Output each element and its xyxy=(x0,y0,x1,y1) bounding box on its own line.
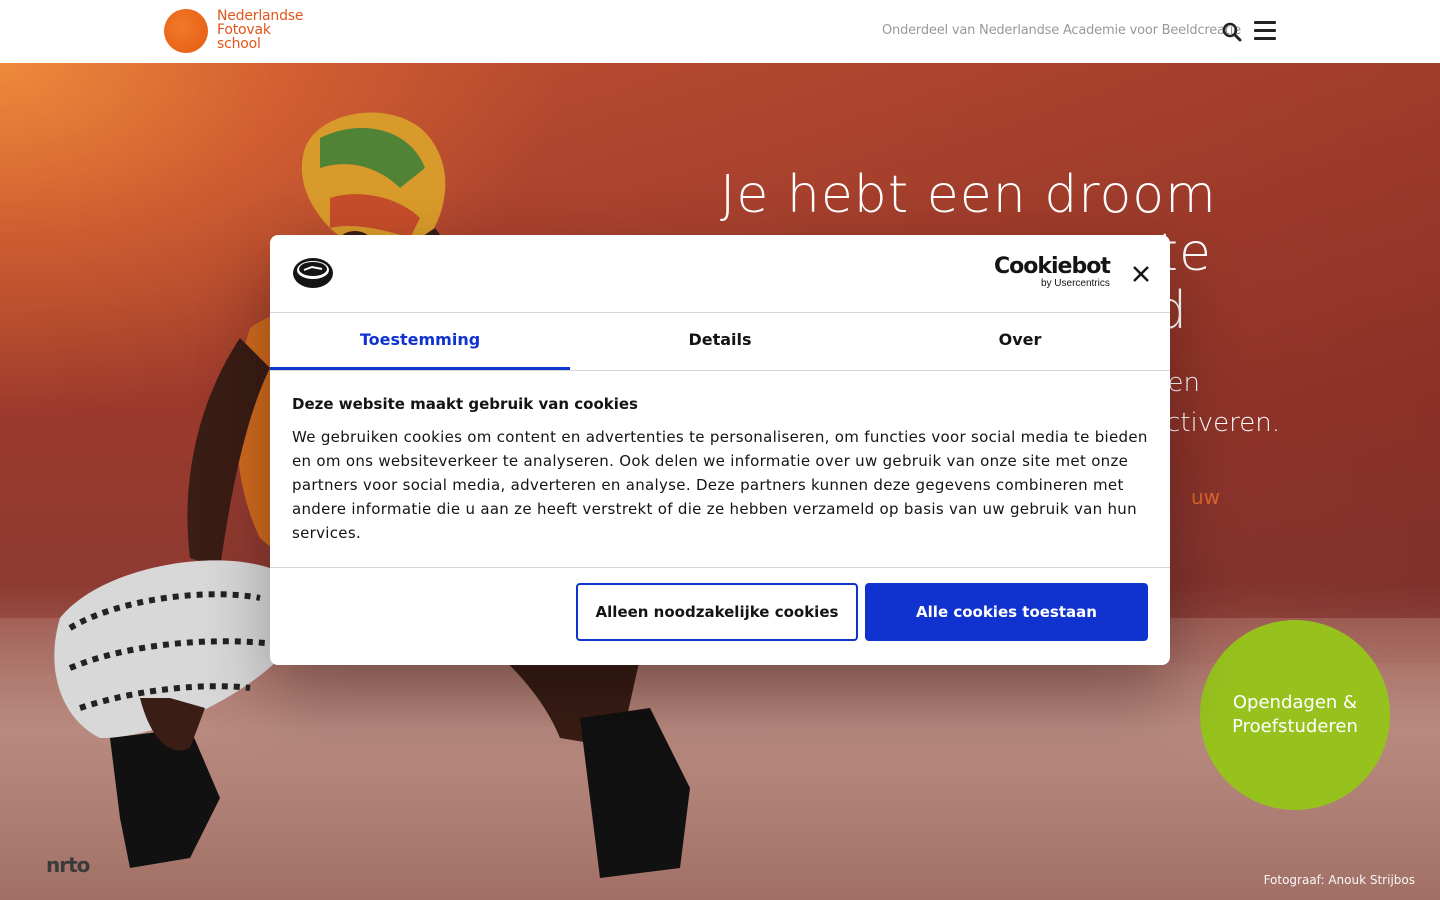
tab-details[interactable]: Details xyxy=(570,313,870,370)
tab-over[interactable]: Over xyxy=(870,313,1170,370)
cookiebot-icon xyxy=(293,258,333,288)
nrto-logo: nrto xyxy=(46,853,90,877)
site-logo[interactable]: Nederlandse Fotovak school xyxy=(164,9,303,53)
dialog-tabs: Toestemming Details Over xyxy=(270,313,1170,371)
cookiebot-brand-name: Cookiebot xyxy=(994,254,1111,279)
hero-title-line-1: Je hebt een droom xyxy=(720,165,1217,225)
open-days-line-2: Proefstuderen xyxy=(1232,716,1358,737)
close-icon[interactable] xyxy=(1130,263,1152,285)
tab-toestemming[interactable]: Toestemming xyxy=(270,313,570,370)
cookiebot-brand[interactable]: Cookiebot by Usercentrics xyxy=(994,254,1111,289)
dialog-footer: Alleen noodzakelijke cookies Alle cookie… xyxy=(270,567,1170,665)
header-tagline[interactable]: Onderdeel van Nederlandse Academie voor … xyxy=(882,23,1241,38)
logo-circle-icon xyxy=(164,9,208,53)
necessary-cookies-button[interactable]: Alleen noodzakelijke cookies xyxy=(576,583,858,641)
dialog-body: Deze website maakt gebruik van cookies W… xyxy=(292,395,1148,545)
site-header: Nederlandse Fotovak school Onderdeel van… xyxy=(0,0,1440,63)
logo-line-2: Fotovak xyxy=(217,22,271,38)
dialog-header: Cookiebot by Usercentrics xyxy=(270,235,1170,313)
cookie-consent-dialog: Cookiebot by Usercentrics Toestemming De… xyxy=(270,235,1170,665)
hamburger-menu-icon[interactable] xyxy=(1254,21,1276,41)
dialog-heading: Deze website maakt gebruik van cookies xyxy=(292,395,638,413)
search-icon[interactable] xyxy=(1222,22,1242,42)
photo-credit: Fotograaf: Anouk Strijbos xyxy=(1263,873,1415,887)
allow-all-cookies-button[interactable]: Alle cookies toestaan xyxy=(865,583,1148,641)
logo-line-1: Nederlandse xyxy=(217,8,304,24)
logo-text: Nederlandse Fotovak school xyxy=(217,9,303,51)
dialog-text: We gebruiken cookies om content en adver… xyxy=(292,428,1148,542)
logo-line-3: school xyxy=(217,36,261,52)
open-days-button[interactable]: Opendagen & Proefstuderen xyxy=(1200,620,1390,810)
open-days-line-1: Opendagen & xyxy=(1232,692,1358,713)
cookiebot-brand-sub: by Usercentrics xyxy=(1040,278,1110,289)
